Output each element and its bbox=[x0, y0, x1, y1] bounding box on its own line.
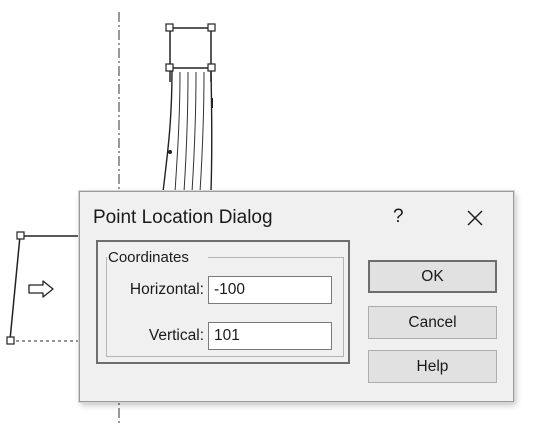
horizontal-label: Horizontal: bbox=[129, 281, 204, 298]
handle-top-right[interactable] bbox=[207, 23, 216, 32]
coordinates-group: Coordinates Horizontal: Vertical: bbox=[96, 240, 350, 364]
right-arrow-icon bbox=[28, 280, 54, 298]
help-question-button[interactable]: ? bbox=[393, 206, 404, 228]
handle-mid-right[interactable] bbox=[207, 63, 216, 72]
horizontal-input[interactable] bbox=[208, 276, 332, 304]
ok-button[interactable]: OK bbox=[368, 260, 497, 293]
handle-left-bottom[interactable] bbox=[6, 336, 15, 345]
handle-mid-left[interactable] bbox=[165, 63, 174, 72]
handle-left-top[interactable] bbox=[16, 231, 25, 240]
help-button[interactable]: Help bbox=[368, 350, 497, 383]
upper-shape[interactable] bbox=[162, 27, 213, 193]
point-location-dialog: Point Location Dialog ? Coordinates Hori… bbox=[79, 191, 514, 402]
handle-top-left[interactable] bbox=[165, 23, 174, 32]
vertical-label: Vertical: bbox=[148, 327, 204, 344]
dialog-title: Point Location Dialog bbox=[93, 207, 273, 228]
close-icon[interactable] bbox=[465, 208, 485, 228]
group-divider bbox=[208, 257, 344, 258]
vertical-input[interactable] bbox=[208, 322, 332, 350]
cancel-button[interactable]: Cancel bbox=[368, 306, 497, 339]
coordinates-legend: Coordinates bbox=[108, 249, 193, 266]
